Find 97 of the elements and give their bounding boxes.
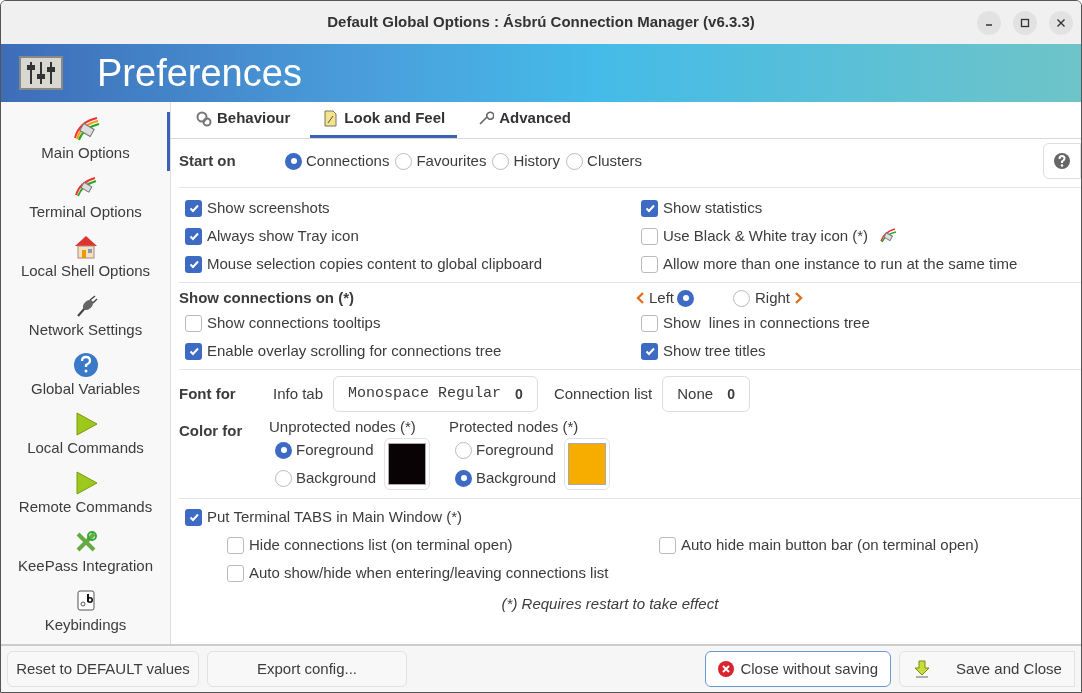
check-icon xyxy=(187,345,200,357)
sidebar-item[interactable]: Remote Commands xyxy=(1,466,170,525)
close-icon xyxy=(1056,18,1066,28)
plug-rainbow-icon xyxy=(879,227,898,245)
checkbox-label[interactable]: Always show Tray icon xyxy=(207,224,359,248)
close-button[interactable] xyxy=(1049,11,1073,35)
sidebar-item[interactable]: Local Commands xyxy=(1,407,170,466)
window-title: Default Global Options : Ásbrú Connection Manager (v6.3.3) xyxy=(327,12,755,33)
section-label: Font for xyxy=(179,383,237,404)
radio-button[interactable] xyxy=(285,152,302,170)
footer-button[interactable]: Export config... xyxy=(207,651,407,687)
sidebar-item[interactable]: Local Shell Options xyxy=(1,230,170,289)
checkbox[interactable] xyxy=(185,199,202,217)
check-icon xyxy=(643,345,656,357)
checkbox-label[interactable]: Enable overlay scrolling for connections tree xyxy=(207,339,502,363)
radio-button[interactable] xyxy=(677,289,695,307)
checkbox[interactable] xyxy=(641,199,658,217)
checkbox-label[interactable]: Auto show/hide when entering/leaving connections list xyxy=(249,561,609,585)
maximize-button[interactable] xyxy=(1013,11,1037,35)
checkbox-label[interactable]: Show tree titles xyxy=(663,339,766,363)
checkbox[interactable] xyxy=(641,255,658,273)
field-label: Connection list xyxy=(553,383,653,404)
checkbox[interactable] xyxy=(227,536,244,554)
checkbox-label[interactable]: Auto hide main button bar (on terminal open) xyxy=(681,533,979,557)
section-label: Color for xyxy=(179,421,244,441)
checkbox-label[interactable]: Put Terminal TABS in Main Window (*) xyxy=(207,505,463,529)
checkbox[interactable] xyxy=(641,314,658,332)
tab[interactable]: Advanced xyxy=(465,102,583,138)
radio-label[interactable]: Clusters xyxy=(587,149,643,173)
sliders-icon xyxy=(19,56,63,90)
check-icon xyxy=(187,511,200,523)
footnote: (*) Requires restart to take effect xyxy=(500,594,720,614)
radio-button[interactable] xyxy=(395,152,413,170)
checkbox[interactable] xyxy=(185,342,202,360)
checkbox-label[interactable]: Allow more than one instance to run at the same time xyxy=(663,252,1018,276)
radio-label[interactable]: Background xyxy=(296,466,377,490)
checkbox-label[interactable]: Mouse selection copies content to global clipboard xyxy=(207,252,543,276)
checkbox[interactable] xyxy=(641,227,658,245)
radio-button[interactable] xyxy=(566,152,584,170)
check-icon xyxy=(187,258,200,270)
help-icon xyxy=(1053,152,1071,170)
checkbox-label[interactable]: Hide connections list (on terminal open) xyxy=(249,533,513,557)
check-icon xyxy=(643,202,656,214)
radio-button[interactable] xyxy=(455,441,472,459)
radio-label[interactable]: Foreground xyxy=(476,438,554,462)
font-picker[interactable]: None 0 xyxy=(662,376,750,412)
footer-button[interactable]: Save and Close xyxy=(899,651,1075,687)
sidebar-item[interactable]: Global Variables xyxy=(1,348,170,407)
radio-button[interactable] xyxy=(275,469,292,487)
download-arrow-icon xyxy=(914,660,930,678)
checkbox[interactable] xyxy=(227,564,244,582)
sidebar-item[interactable]: Terminal Options xyxy=(1,171,170,230)
checkbox[interactable] xyxy=(641,342,658,360)
chevron-right-icon xyxy=(793,291,805,305)
help-button[interactable] xyxy=(1043,143,1081,179)
radio-button[interactable] xyxy=(275,441,292,459)
wrench-icon xyxy=(477,110,495,127)
footer-button[interactable]: Reset to DEFAULT values xyxy=(7,651,199,687)
sidebar-item[interactable]: Network Settings xyxy=(1,289,170,348)
tab[interactable]: Look and Feel xyxy=(310,102,458,138)
radio-label[interactable]: Right xyxy=(755,286,791,310)
checkbox-label[interactable]: Show statistics xyxy=(663,196,763,220)
checkbox[interactable] xyxy=(659,536,676,554)
sidebar-item[interactable]: KeePass Integration xyxy=(1,525,170,584)
chevron-left-icon xyxy=(635,291,646,305)
font-picker[interactable]: Monospace Regular 0 xyxy=(333,376,538,412)
radio-button[interactable] xyxy=(733,289,750,307)
checkbox[interactable] xyxy=(185,227,202,245)
checkbox-label[interactable]: Show screenshots xyxy=(207,196,330,220)
group-label: Unprotected nodes (*) xyxy=(269,417,417,436)
section-label: Show connections on (*) xyxy=(179,287,355,308)
radio-label[interactable]: Connections xyxy=(306,149,390,173)
close-icon xyxy=(718,661,735,677)
field-label: Info tab xyxy=(273,383,324,404)
radio-label[interactable]: Foreground xyxy=(296,438,374,462)
checkbox-label[interactable]: Show lines in connections tree xyxy=(663,311,870,335)
checkbox-label[interactable]: Use Black & White tray icon (*) xyxy=(663,224,869,248)
radio-label[interactable]: Background xyxy=(476,466,557,490)
radio-button[interactable] xyxy=(492,152,510,170)
radio-label[interactable]: Left xyxy=(649,286,675,310)
group-label: Protected nodes (*) xyxy=(449,417,580,436)
checkbox[interactable] xyxy=(185,255,202,273)
radio-button[interactable] xyxy=(455,469,472,487)
section-label: Start on xyxy=(179,150,237,171)
header-title: Preferences xyxy=(97,54,302,92)
radio-label[interactable]: Favourites xyxy=(416,149,487,173)
document-icon xyxy=(322,110,340,127)
sidebar-item[interactable]: Keybindings xyxy=(1,584,170,643)
check-icon xyxy=(187,202,200,214)
radio-label[interactable]: History xyxy=(513,149,561,173)
tab[interactable]: Behaviour xyxy=(183,102,303,138)
checkbox[interactable] xyxy=(185,508,202,526)
footer-button[interactable]: Close without saving xyxy=(705,651,891,687)
checkbox-label[interactable]: Show connections tooltips xyxy=(207,311,381,335)
check-icon xyxy=(187,230,200,242)
maximize-icon xyxy=(1020,18,1030,28)
checkbox[interactable] xyxy=(185,314,202,332)
